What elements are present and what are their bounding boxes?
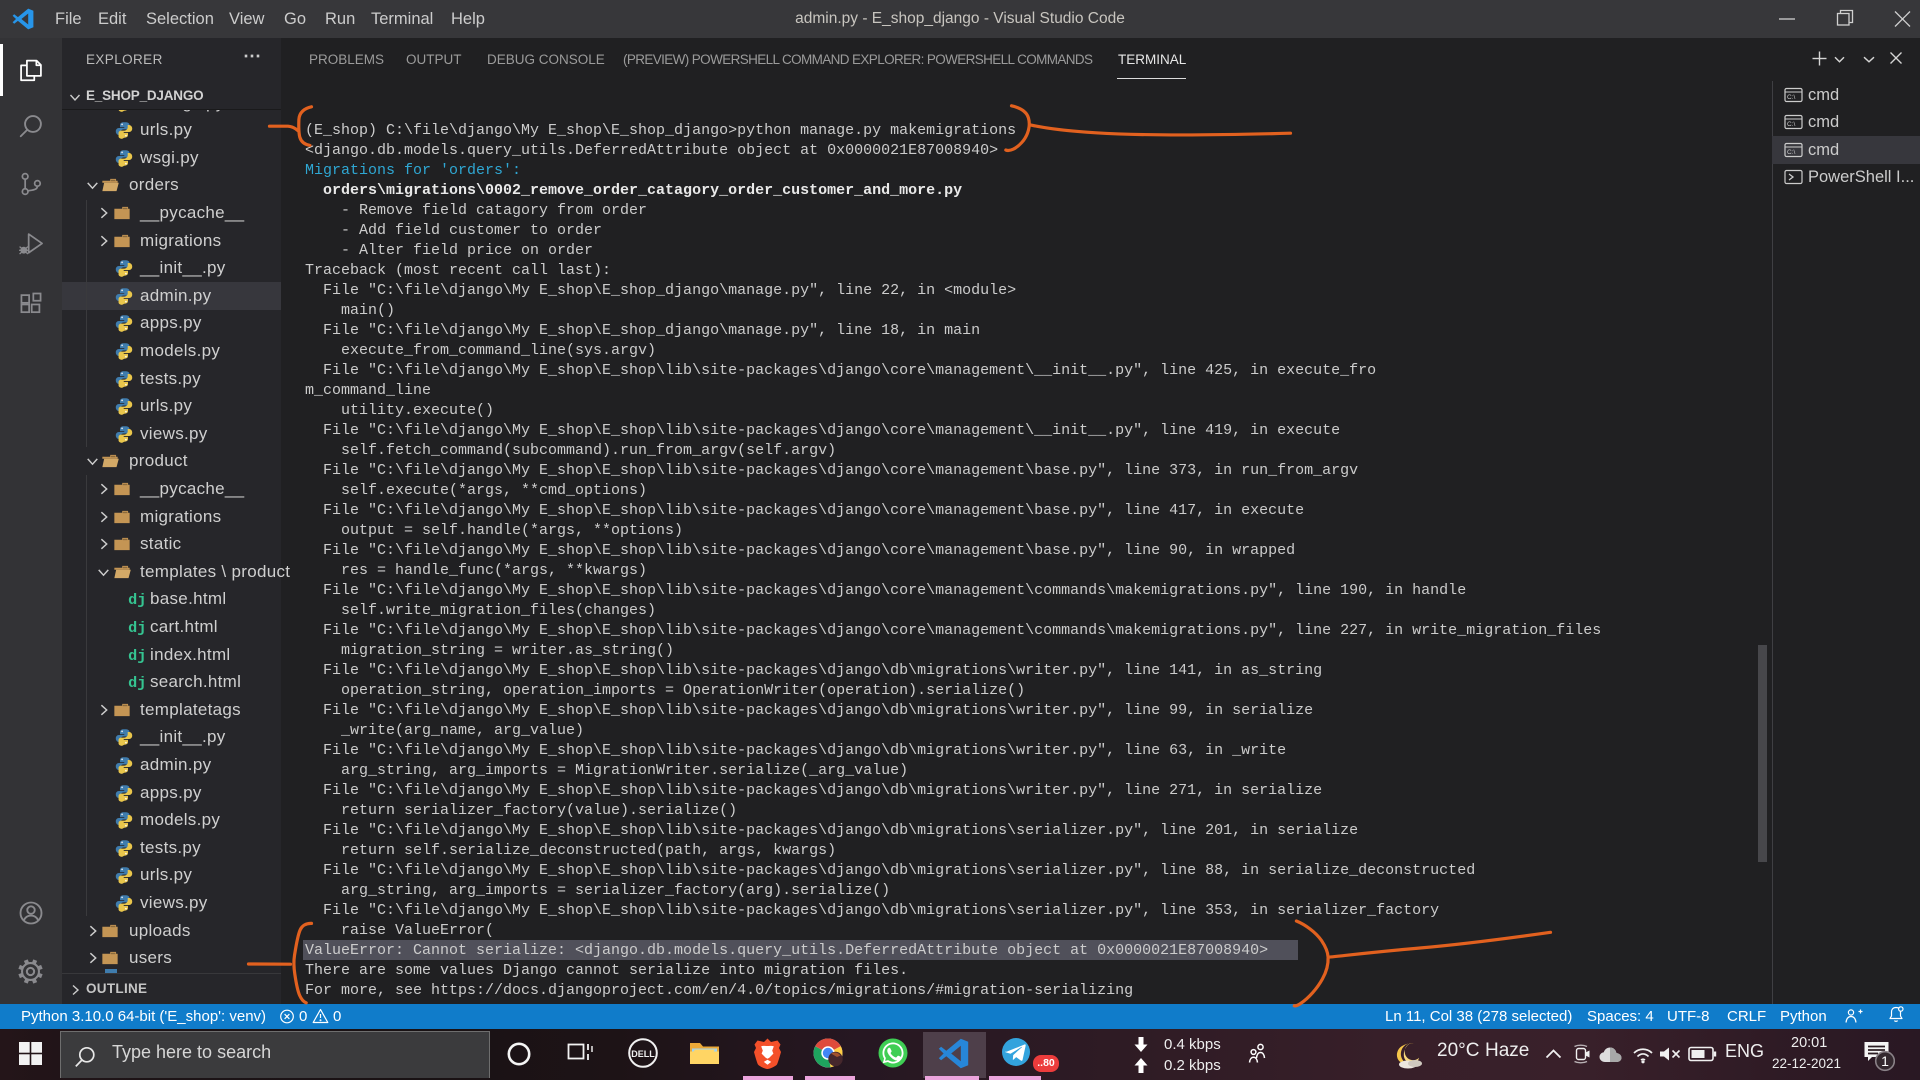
svg-text:DELL: DELL [631,1049,655,1059]
svg-text:C:\: C:\ [1787,149,1796,156]
svg-text:C:\: C:\ [1787,94,1796,101]
svg-text:dj: dj [128,619,145,636]
svg-text:dj: dj [128,674,145,691]
svg-text:dj: dj [128,591,145,608]
svg-text:dj: dj [128,647,145,664]
svg-text:1: 1 [1881,1053,1889,1069]
svg-text:C:\: C:\ [1787,121,1796,128]
